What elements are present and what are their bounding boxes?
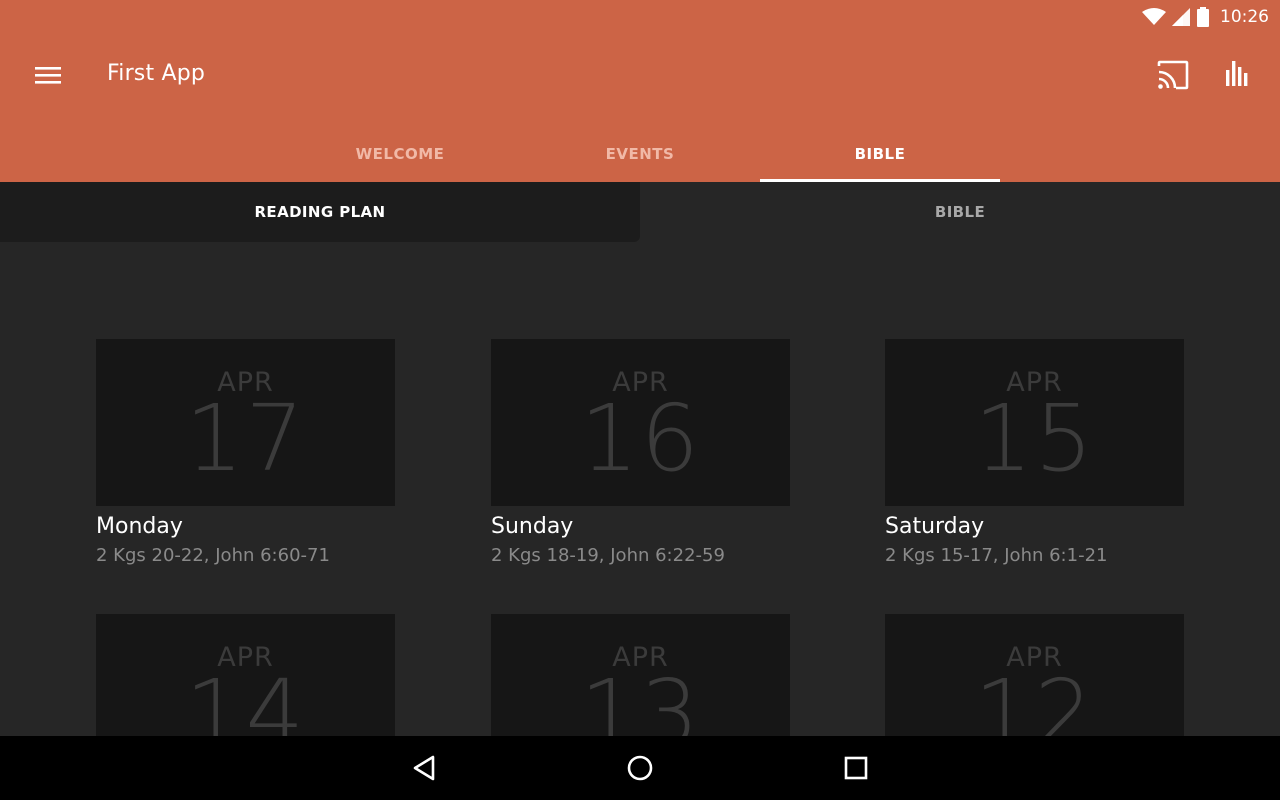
reading-card[interactable]: APR 12 — [885, 614, 1184, 736]
cell-signal-icon — [1172, 8, 1190, 26]
date-day: 14 — [184, 660, 307, 736]
battery-icon — [1196, 7, 1210, 27]
subtab-reading-plan[interactable]: READING PLAN — [0, 182, 640, 242]
reading-card[interactable]: APR 15 Saturday 2 Kgs 15-17, John 6:1-21 — [885, 339, 1184, 566]
card-scripture-refs: 2 Kgs 18-19, John 6:22-59 — [491, 545, 725, 566]
date-tile: APR 13 — [491, 614, 790, 736]
reading-card[interactable]: APR 16 Sunday 2 Kgs 18-19, John 6:22-59 — [491, 339, 790, 566]
hamburger-menu-icon[interactable] — [30, 60, 66, 90]
bar-chart-icon[interactable] — [1222, 56, 1254, 92]
reading-plan-grid: APR 17 Monday 2 Kgs 20-22, John 6:60-71 … — [0, 242, 1280, 736]
status-bar: 10:26 — [0, 0, 1280, 34]
system-nav-bar — [0, 736, 1280, 800]
card-weekday: Saturday — [885, 514, 985, 539]
date-tile: APR 12 — [885, 614, 1184, 736]
card-weekday: Sunday — [491, 514, 574, 539]
reading-card[interactable]: APR 17 Monday 2 Kgs 20-22, John 6:60-71 — [96, 339, 395, 566]
app-screen: 10:26 First App WELCOME EVENTS BIBLE REA… — [0, 0, 1280, 800]
subtab-bible[interactable]: BIBLE — [640, 182, 1280, 242]
app-bar: First App WELCOME EVENTS BIBLE — [0, 34, 1280, 182]
cast-icon[interactable] — [1155, 58, 1191, 92]
recents-square-icon[interactable] — [838, 750, 874, 786]
tab-bible[interactable]: BIBLE — [760, 126, 1000, 182]
date-day: 15 — [973, 385, 1096, 492]
date-day: 12 — [973, 660, 1096, 736]
card-weekday: Monday — [96, 514, 183, 539]
reading-card[interactable]: APR 13 — [491, 614, 790, 736]
tab-welcome[interactable]: WELCOME — [280, 126, 520, 182]
tab-events[interactable]: EVENTS — [520, 126, 760, 182]
reading-card[interactable]: APR 14 — [96, 614, 395, 736]
date-day: 16 — [579, 385, 702, 492]
date-day: 13 — [579, 660, 702, 736]
status-time: 10:26 — [1220, 7, 1269, 27]
top-tabs: WELCOME EVENTS BIBLE — [280, 126, 1000, 182]
date-tile: APR 17 — [96, 339, 395, 506]
card-scripture-refs: 2 Kgs 20-22, John 6:60-71 — [96, 545, 330, 566]
sub-tabs: READING PLAN BIBLE — [0, 182, 1280, 242]
back-triangle-icon[interactable] — [407, 750, 443, 786]
date-tile: APR 14 — [96, 614, 395, 736]
home-circle-icon[interactable] — [622, 750, 658, 786]
date-day: 17 — [184, 385, 307, 492]
app-title: First App — [107, 61, 206, 86]
date-tile: APR 16 — [491, 339, 790, 506]
wifi-icon — [1142, 8, 1166, 26]
date-tile: APR 15 — [885, 339, 1184, 506]
card-scripture-refs: 2 Kgs 15-17, John 6:1-21 — [885, 545, 1108, 566]
